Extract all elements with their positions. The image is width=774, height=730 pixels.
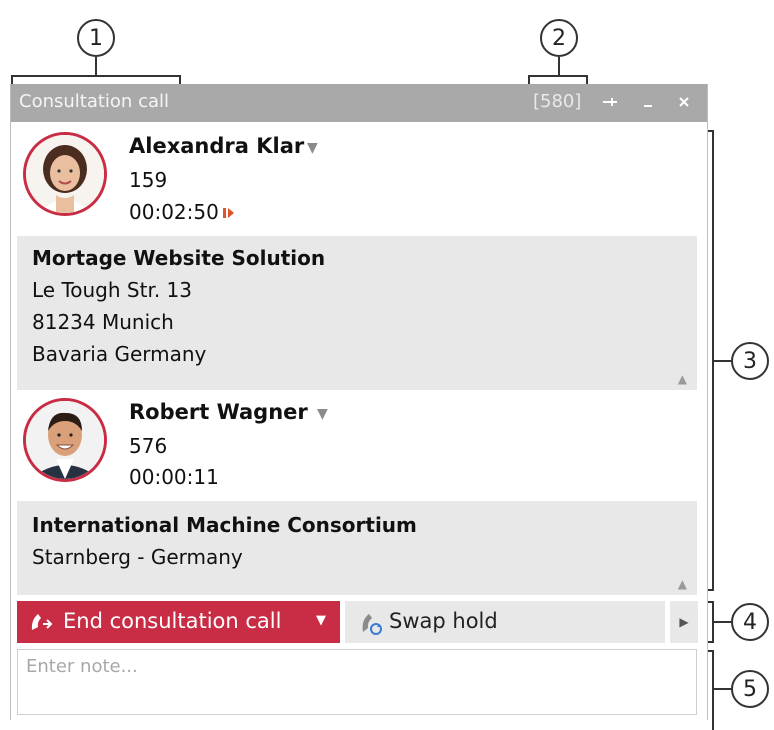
callout-1: 1 xyxy=(77,19,115,57)
callout-4: 4 xyxy=(731,603,769,641)
close-icon[interactable] xyxy=(673,90,695,114)
speaking-indicator-icon xyxy=(223,205,235,224)
callout-3-leader xyxy=(712,360,732,362)
address-line: Starnberg - Germany xyxy=(32,545,243,569)
window-title: Consultation call xyxy=(19,91,169,112)
call-duration: 00:00:11 xyxy=(129,465,219,489)
minimize-icon[interactable] xyxy=(637,90,659,114)
company-name: Mortage Website Solution xyxy=(32,246,326,270)
contact-info-panel: Mortage Website Solution Le Tough Str. 1… xyxy=(17,236,697,390)
contact-number: 159 xyxy=(129,168,168,192)
consultation-call-window: Consultation call [580] Alexandra Klar ▼… xyxy=(10,84,708,720)
note-input[interactable] xyxy=(17,649,697,715)
contact-name: Alexandra Klar xyxy=(129,134,305,158)
phone-hangup-icon xyxy=(29,610,55,638)
title-bar[interactable]: Consultation call [580] xyxy=(11,84,707,122)
call-duration: 00:02:50 xyxy=(129,200,219,224)
contact-menu-chevron-down-icon[interactable]: ▼ xyxy=(317,406,328,422)
more-actions-chevron-right-icon[interactable]: ▶ xyxy=(670,601,698,643)
callout-2-leader xyxy=(558,57,560,75)
swap-hold-label: Swap hold xyxy=(389,609,498,633)
end-call-label: End consultation call xyxy=(63,609,282,633)
pin-icon[interactable] xyxy=(599,90,621,114)
contact-menu-chevron-down-icon[interactable]: ▼ xyxy=(307,140,318,156)
swap-phone-icon xyxy=(359,610,385,640)
company-name: International Machine Consortium xyxy=(32,513,417,537)
address-line: 81234 Munich xyxy=(32,310,174,334)
address-line: Bavaria Germany xyxy=(32,342,207,366)
collapse-chevron-up-icon[interactable]: ▲ xyxy=(678,577,687,591)
address-line: Le Tough Str. 13 xyxy=(32,278,192,302)
callout-2: 2 xyxy=(540,19,578,57)
end-call-dropdown-chevron-down-icon[interactable]: ▼ xyxy=(316,613,326,628)
contact-name: Robert Wagner xyxy=(129,400,308,424)
avatar xyxy=(23,132,107,216)
callout-5: 5 xyxy=(731,670,769,708)
avatar xyxy=(23,398,107,482)
callout-3: 3 xyxy=(731,342,769,380)
call-id-badge: [580] xyxy=(533,91,582,112)
collapse-chevron-up-icon[interactable]: ▲ xyxy=(678,372,687,386)
callout-4-leader xyxy=(712,621,732,623)
callout-1-leader xyxy=(95,57,97,75)
contact-number: 576 xyxy=(129,434,168,458)
contact-info-panel: International Machine Consortium Starnbe… xyxy=(17,501,697,595)
end-consultation-call-button[interactable]: End consultation call ▼ xyxy=(17,601,340,643)
callout-5-leader xyxy=(712,688,732,690)
swap-hold-button[interactable]: Swap hold xyxy=(345,601,665,643)
